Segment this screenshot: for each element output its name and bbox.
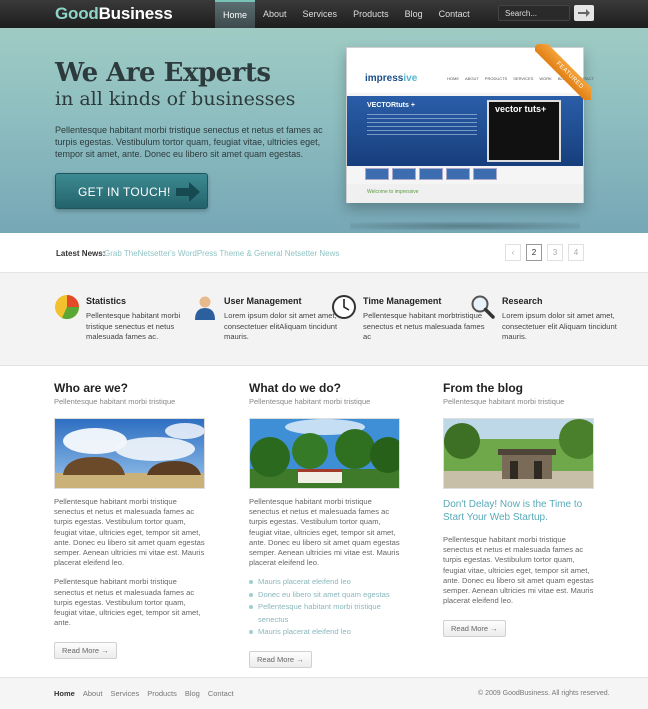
nav-home[interactable]: Home [215, 0, 256, 28]
feature-text: Lorem ipsum dolor sit amet amet, consect… [502, 311, 617, 341]
list-item[interactable]: Donec eu libero sit amet quam egestas [249, 589, 401, 602]
pager-page-4[interactable]: 4 [568, 244, 584, 261]
main-nav: Home About Services Products Blog Contac… [215, 0, 478, 28]
footer-link-home[interactable]: Home [54, 689, 75, 698]
screenshot-shadow [350, 222, 580, 230]
mini-thumb [392, 168, 416, 180]
feature-title: Time Management [363, 296, 442, 306]
read-more-button[interactable]: Read More → [249, 650, 312, 668]
column-title: Who are we? [54, 381, 129, 395]
mini-nav-item: HOME [447, 76, 459, 81]
mini-welcome: Welcome to impressive [367, 189, 419, 195]
nav-services[interactable]: Services [295, 0, 346, 28]
mini-banner-text [367, 114, 477, 136]
column-subtitle: Pellentesque habitant morbi tristique [443, 397, 565, 406]
feature-text: Lorem ipsum dolor sit amet amet, consect… [224, 311, 338, 341]
footer-links: Home About Services Products Blog Contac… [54, 689, 234, 698]
mini-thumb [446, 168, 470, 180]
feature-title: Research [502, 296, 543, 306]
footer: Home About Services Products Blog Contac… [0, 677, 648, 709]
column-paragraph: Pellentesque habitant morbi tristique se… [443, 535, 594, 606]
column-who-are-we: Who are we? Pellentesque habitant morbi … [54, 381, 206, 660]
pager-page-2[interactable]: 2 [526, 244, 542, 261]
footer-link-blog[interactable]: Blog [185, 689, 200, 698]
column-paragraph: Pellentesque habitant morbi tristique se… [54, 577, 201, 628]
column-what-we-do: What do we do? Pellentesque habitant mor… [249, 381, 401, 668]
logo-part-business: Business [98, 4, 173, 23]
feature-title: User Management [224, 296, 302, 306]
featured-label: FEATURED [535, 44, 591, 100]
column-paragraph: Pellentesque habitant morbi tristique se… [249, 497, 400, 568]
garden-image [249, 418, 400, 489]
landscape-image [54, 418, 205, 489]
column-paragraph: Pellentesque habitant morbi tristique se… [54, 497, 205, 568]
list-item[interactable]: Mauris placerat eleifend leo [249, 576, 401, 589]
nav-contact[interactable]: Contact [431, 0, 478, 28]
feature-title: Statistics [86, 296, 127, 306]
garden-photo [250, 419, 399, 488]
hero-text: Pellentesque habitant morbi tristique se… [55, 125, 323, 159]
hero-title: We Are Experts [55, 58, 271, 88]
news-label: Latest News: [56, 249, 106, 258]
search-submit-button[interactable] [574, 5, 594, 21]
search-input[interactable] [498, 5, 570, 21]
mini-thumb [419, 168, 443, 180]
blog-image[interactable] [443, 418, 594, 489]
copyright: © 2009 GoodBusiness. All rights reserved… [478, 690, 610, 697]
mini-nav-item: PRODUCTS [484, 76, 508, 81]
mini-nav-item: SERVICES [513, 76, 534, 81]
blog-post-title[interactable]: Don't Delay! Now is the Time to Start Yo… [443, 498, 595, 524]
nav-about[interactable]: About [255, 0, 295, 28]
mini-logo: impressive [365, 73, 417, 84]
news-pager: ‹ 2 3 4 [505, 244, 584, 261]
user-icon [195, 296, 215, 320]
mini-thumb [473, 168, 497, 180]
top-bar: GoodBusiness Home About Services Product… [0, 0, 648, 28]
footer-link-about[interactable]: About [83, 689, 103, 698]
column-title: What do we do? [249, 381, 341, 395]
features-band: Statistics Pellentesque habitant morbi t… [0, 273, 648, 366]
cta-label: GET IN TOUCH! [78, 185, 171, 199]
nav-products[interactable]: Products [345, 0, 397, 28]
column-subtitle: Pellentesque habitant morbi tristique [54, 397, 176, 406]
nav-blog[interactable]: Blog [397, 0, 431, 28]
column-subtitle: Pellentesque habitant morbi tristique [249, 397, 371, 406]
mini-banner-title: VECTORtuts + [367, 102, 415, 109]
footer-link-products[interactable]: Products [147, 689, 177, 698]
list-item[interactable]: Mauris placerat eleifend leo [249, 626, 401, 639]
magnifier-icon [471, 295, 495, 319]
search-box [498, 5, 594, 21]
pager-page-3[interactable]: 3 [547, 244, 563, 261]
feature-list: Mauris placerat eleifend leo Donec eu li… [249, 576, 401, 639]
arrow-right-icon [176, 182, 200, 202]
logo[interactable]: GoodBusiness [55, 4, 173, 24]
list-item[interactable]: Pellentesque habitant morbi tristique se… [249, 601, 401, 626]
mini-nav-item: ABOUT [465, 76, 479, 81]
blog-photo [444, 419, 593, 488]
mini-logo-b: ive [403, 73, 418, 84]
feature-text: Pellentesque habitant morbi tristique se… [86, 311, 181, 341]
get-in-touch-button[interactable]: GET IN TOUCH! [55, 173, 208, 209]
feature-text: Pellentesque habitant morbtristique sene… [363, 311, 485, 341]
featured-ribbon: FEATURED [535, 44, 591, 100]
news-link[interactable]: Grab TheNetsetter's WordPress Theme & Ge… [104, 249, 339, 258]
pie-chart-icon [55, 295, 80, 320]
mini-thumb [365, 168, 389, 180]
read-more-button[interactable]: Read More → [54, 642, 117, 660]
column-title: From the blog [443, 381, 523, 395]
news-bar: Latest News: Grab TheNetsetter's WordPre… [0, 233, 648, 273]
read-more-button[interactable]: Read More → [443, 620, 506, 638]
mini-logo-a: impress [365, 73, 404, 84]
footer-link-contact[interactable]: Contact [208, 689, 234, 698]
footer-link-services[interactable]: Services [110, 689, 139, 698]
landscape-photo [55, 419, 204, 488]
column-from-the-blog: From the blog Pellentesque habitant morb… [443, 381, 595, 638]
arrow-right-icon [578, 9, 590, 17]
hero-subtitle: in all kinds of businesses [55, 88, 296, 110]
mini-screen-title: vector tuts+ [495, 104, 547, 114]
mini-thumbnails [365, 168, 497, 180]
clock-icon [332, 295, 356, 319]
pager-prev[interactable]: ‹ [505, 244, 521, 261]
logo-part-good: Good [55, 4, 99, 23]
